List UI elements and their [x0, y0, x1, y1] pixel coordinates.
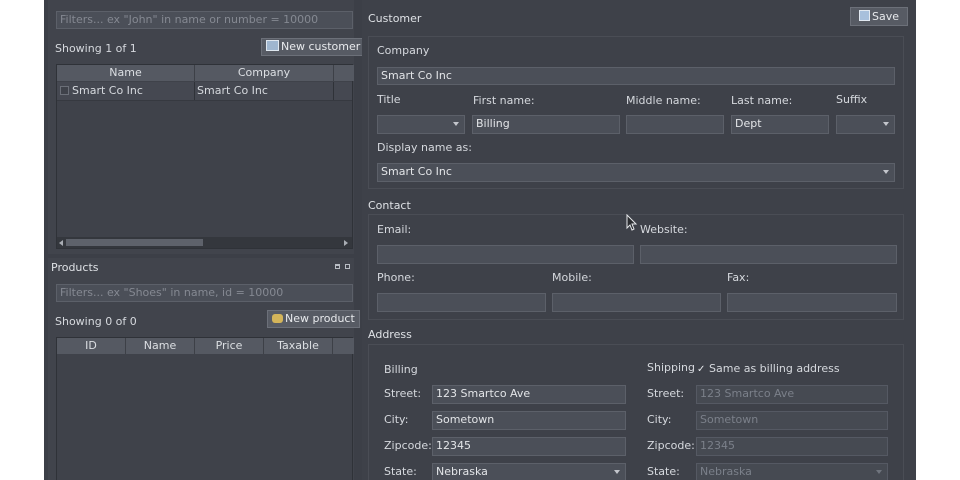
mobile-field[interactable] — [552, 293, 721, 312]
customer-filter-input[interactable]: Filters... ex "John" in name or number =… — [56, 11, 353, 29]
display-name-value: Smart Co Inc — [381, 165, 452, 178]
chevron-down-icon — [614, 470, 620, 474]
billing-state-select[interactable]: Nebraska — [432, 463, 626, 480]
products-count: Showing 0 of 0 — [55, 315, 137, 328]
suffix-select[interactable] — [836, 115, 895, 134]
title-select[interactable] — [377, 115, 465, 134]
display-name-label: Display name as: — [377, 141, 472, 154]
email-field[interactable] — [377, 245, 634, 264]
phone-field[interactable] — [377, 293, 546, 312]
shipping-city-label: City: — [647, 413, 672, 426]
shipping-state-select: Nebraska — [696, 463, 888, 480]
display-name-select[interactable]: Smart Co Inc — [377, 163, 895, 182]
first-name-label: First name: — [473, 94, 535, 107]
contact-section-title: Contact — [368, 199, 411, 212]
column-header-extra — [334, 65, 354, 81]
column-header-name[interactable]: Name — [57, 65, 195, 81]
product-filter-input[interactable]: Filters... ex "Shoes" in name, id = 1000… — [56, 284, 353, 302]
scroll-thumb[interactable] — [66, 239, 203, 246]
shipping-title: Shipping — [647, 361, 695, 374]
close-dock-icon[interactable] — [345, 264, 350, 269]
customers-count: Showing 1 of 1 — [55, 42, 137, 55]
new-product-icon — [272, 314, 283, 323]
billing-zip-field[interactable]: 12345 — [432, 437, 626, 456]
column-header-name[interactable]: Name — [126, 338, 195, 354]
same-as-billing-label: Same as billing address — [709, 362, 840, 375]
billing-state-label: State: — [384, 465, 417, 478]
shipping-street-field: 123 Smartco Ave — [696, 385, 888, 404]
new-product-button[interactable]: New product — [267, 310, 360, 328]
shipping-street-label: Street: — [647, 387, 685, 400]
table-row[interactable]: Smart Co Inc Smart Co Inc — [57, 82, 352, 101]
billing-street-label: Street: — [384, 387, 422, 400]
new-customer-button[interactable]: New customer — [261, 38, 366, 56]
company-label: Company — [377, 44, 430, 57]
chevron-down-icon — [453, 122, 459, 126]
new-product-label: New product — [285, 312, 355, 325]
billing-city-field[interactable]: Sometown — [432, 411, 626, 430]
new-customer-icon — [266, 40, 279, 51]
shipping-city-field: Sometown — [696, 411, 888, 430]
column-header-price[interactable]: Price — [195, 338, 264, 354]
billing-state-value: Nebraska — [436, 465, 488, 478]
customers-table: Name Company Smart Co Inc Smart Co Inc — [56, 64, 354, 249]
row-checkbox[interactable] — [60, 86, 69, 95]
mouse-cursor-icon — [626, 214, 638, 231]
shipping-state-value: Nebraska — [700, 465, 752, 478]
suffix-label: Suffix — [836, 93, 868, 106]
cell-name: Smart Co Inc — [72, 82, 195, 100]
products-panel: Products Filters... ex "Shoes" in name, … — [48, 258, 360, 480]
float-dock-icon[interactable] — [335, 264, 340, 269]
middle-name-label: Middle name: — [626, 94, 701, 107]
scroll-right-icon[interactable] — [344, 240, 348, 246]
column-header-more[interactable] — [333, 338, 354, 354]
company-field[interactable]: Smart Co Inc — [377, 67, 895, 85]
chevron-down-icon — [883, 122, 889, 126]
mobile-label: Mobile: — [552, 271, 592, 284]
scroll-left-icon[interactable] — [59, 240, 63, 246]
shipping-zip-field: 12345 — [696, 437, 888, 456]
billing-city-label: City: — [384, 413, 409, 426]
chevron-down-icon — [883, 170, 889, 174]
title-label: Title — [377, 93, 401, 106]
website-label: Website: — [640, 223, 688, 236]
chevron-down-icon — [876, 470, 882, 474]
save-icon — [859, 10, 870, 21]
phone-label: Phone: — [377, 271, 415, 284]
address-group: Billing Street: 123 Smartco Ave City: So… — [368, 344, 904, 480]
billing-street-field[interactable]: 123 Smartco Ave — [432, 385, 626, 404]
middle-name-field[interactable] — [626, 115, 724, 134]
save-button[interactable]: Save — [850, 7, 909, 26]
column-header-id[interactable]: ID — [57, 338, 126, 354]
products-table: ID Name Price Taxable — [56, 337, 354, 480]
same-as-billing-checkbox[interactable]: ✓ Same as billing address — [697, 361, 840, 377]
fax-field[interactable] — [727, 293, 897, 312]
last-name-field[interactable]: Dept — [731, 115, 829, 134]
checkmark-icon: ✓ — [697, 364, 706, 375]
save-label: Save — [872, 10, 900, 23]
shipping-state-label: State: — [647, 465, 680, 478]
last-name-label: Last name: — [731, 94, 793, 107]
new-customer-label: New customer — [281, 40, 361, 53]
customer-section-title: Customer — [368, 12, 422, 25]
cell-company: Smart Co Inc — [197, 82, 334, 100]
products-title: Products — [51, 261, 99, 274]
address-section-title: Address — [368, 328, 412, 341]
email-label: Email: — [377, 223, 412, 236]
customer-form: Customer Save Company Smart Co Inc Title… — [362, 0, 916, 480]
billing-zip-label: Zipcode: — [384, 439, 432, 452]
column-header-taxable[interactable]: Taxable — [264, 338, 333, 354]
horizontal-scrollbar[interactable] — [57, 237, 352, 248]
shipping-zip-label: Zipcode: — [647, 439, 695, 452]
website-field[interactable] — [640, 245, 897, 264]
app-window: Filters... ex "John" in name or number =… — [44, 0, 916, 480]
customer-group: Company Smart Co Inc Title First name: B… — [368, 36, 904, 189]
billing-title: Billing — [384, 363, 418, 376]
column-header-company[interactable]: Company — [195, 65, 334, 81]
first-name-field[interactable]: Billing — [472, 115, 620, 134]
customers-panel: Filters... ex "John" in name or number =… — [48, 0, 366, 254]
fax-label: Fax: — [727, 271, 750, 284]
